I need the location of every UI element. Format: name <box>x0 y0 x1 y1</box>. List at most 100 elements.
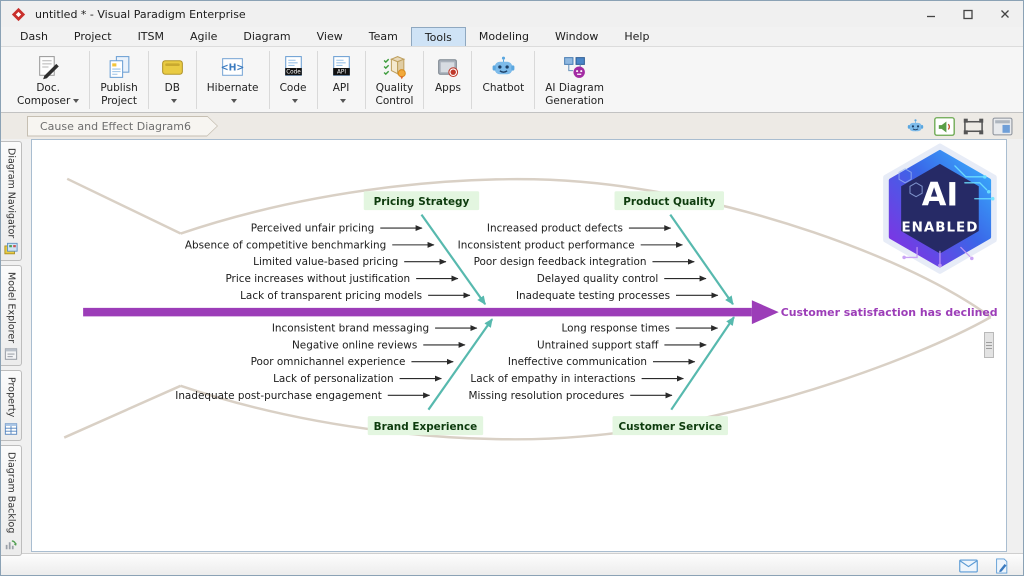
cause-label[interactable]: Missing resolution procedures <box>468 390 624 402</box>
cause-label[interactable]: Ineffective communication <box>508 356 647 368</box>
api-icon: API <box>328 53 355 82</box>
hibernate-icon: <H> <box>219 53 246 82</box>
left-sidebar: Diagram Navigator Model Explorer Property D… <box>1 139 25 553</box>
cause-label[interactable]: Increased product defects <box>487 223 623 235</box>
cause-label[interactable]: Poor design feedback integration <box>474 256 647 268</box>
menu-item-project[interactable]: Project <box>61 27 125 46</box>
mail-button[interactable] <box>959 558 978 574</box>
vertical-scrollbar-thumb[interactable] <box>984 332 994 358</box>
close-button[interactable] <box>986 1 1023 27</box>
app-window: untitled * - Visual Paradigm Enterprise … <box>0 0 1024 576</box>
menu-item-diagram[interactable]: Diagram <box>230 27 303 46</box>
menu-item-modeling[interactable]: Modeling <box>466 27 542 46</box>
cause-label[interactable]: Inadequate post-purchase engagement <box>175 390 382 402</box>
chatbot-button[interactable]: Chatbot <box>474 50 532 110</box>
api-button[interactable]: APIAPI <box>320 50 363 110</box>
window-title: untitled * - Visual Paradigm Enterprise <box>35 8 246 21</box>
cause-label[interactable]: Lack of transparent pricing models <box>240 290 422 302</box>
code-icon: Code <box>280 53 307 82</box>
sidebar-tab-property[interactable]: Property <box>1 370 22 440</box>
cause-label[interactable]: Poor omnichannel experience <box>251 356 406 368</box>
menu-item-dash[interactable]: Dash <box>7 27 61 46</box>
diagram-canvas[interactable]: Perceived unfair pricing Absence of compe… <box>31 139 1007 552</box>
cause-label[interactable]: Limited value-based pricing <box>253 256 398 268</box>
toolbar-button-label: Apps <box>435 82 461 95</box>
publish-project-button[interactable]: PublishProject <box>92 50 145 110</box>
chevron-down-icon <box>73 99 79 103</box>
model-explorer-icon <box>4 347 18 361</box>
cause-label[interactable]: Untrained support staff <box>537 339 659 351</box>
toolbar-button-label: Chatbot <box>482 82 524 95</box>
minimize-button[interactable] <box>912 1 949 27</box>
branch-line-product[interactable] <box>670 215 733 305</box>
menu-item-view[interactable]: View <box>304 27 356 46</box>
apps-button[interactable]: Apps <box>426 50 469 110</box>
menu-item-itsm[interactable]: ITSM <box>125 27 177 46</box>
toolbar-separator <box>423 51 424 109</box>
hibernate-button[interactable]: <H>Hibernate <box>199 50 267 110</box>
chatbot-small-icon <box>905 117 926 136</box>
cause-label[interactable]: Inadequate testing processes <box>516 290 670 302</box>
ai-diagram-generation-button[interactable]: AI DiagramGeneration <box>537 50 612 110</box>
chevron-down-icon <box>231 99 237 103</box>
branch-line-customer[interactable] <box>671 317 734 410</box>
cause-label[interactable]: Inconsistent brand messaging <box>272 323 429 335</box>
cause-label[interactable]: Perceived unfair pricing <box>251 223 375 235</box>
doc-composer-icon <box>35 53 62 82</box>
effect-label[interactable]: Customer satisfaction has declined <box>781 306 998 319</box>
category-node-customer[interactable]: Customer Service <box>613 416 728 435</box>
sidebar-tab-diagram-backlog[interactable]: Diagram Backlog <box>1 445 22 556</box>
mail-icon <box>959 558 978 574</box>
toolbar-button-label: Doc.Composer <box>17 82 79 108</box>
badge-line2: ENABLED <box>902 221 979 236</box>
diagram-toolbar-icons <box>905 117 1013 136</box>
db-icon <box>159 53 186 82</box>
property-icon <box>4 422 18 436</box>
menu-item-tools[interactable]: Tools <box>411 27 466 46</box>
chevron-down-icon <box>292 99 298 103</box>
badge-line1: AI <box>922 176 958 214</box>
category-node-product[interactable]: Product Quality <box>615 191 724 210</box>
fit-bounds-button[interactable] <box>963 117 984 136</box>
cause-label[interactable]: Long response times <box>561 323 669 335</box>
doc-composer-button[interactable]: Doc.Composer <box>9 50 87 110</box>
db-button[interactable]: DB <box>151 50 194 110</box>
visual-paradigm-logo-icon <box>11 7 26 22</box>
cause-label[interactable]: Negative online reviews <box>292 339 417 351</box>
toolbar-separator <box>534 51 535 109</box>
svg-text:<H>: <H> <box>221 63 244 74</box>
toolbar-separator <box>196 51 197 109</box>
cause-label[interactable]: Inconsistent product performance <box>458 239 635 251</box>
announcement-button[interactable] <box>934 117 955 136</box>
tab-label: Cause and Effect Diagram6 <box>40 120 191 133</box>
cause-label[interactable]: Price increases without justification <box>225 273 410 285</box>
menu-item-help[interactable]: Help <box>611 27 662 46</box>
menu-bar: DashProjectITSMAgileDiagramViewTeamTools… <box>1 27 1023 47</box>
sidebar-tab-model-explorer[interactable]: Model Explorer <box>1 265 22 366</box>
menu-item-team[interactable]: Team <box>356 27 411 46</box>
quality-control-button[interactable]: QualityControl <box>368 50 422 110</box>
panel-layout-button[interactable] <box>992 117 1013 136</box>
cause-label[interactable]: Delayed quality control <box>537 273 659 285</box>
menu-item-agile[interactable]: Agile <box>177 27 230 46</box>
toolbar-button-label: AI DiagramGeneration <box>545 82 604 108</box>
code-button[interactable]: CodeCode <box>272 50 315 110</box>
category-node-brand[interactable]: Brand Experience <box>368 416 483 435</box>
edit-document-button[interactable] <box>992 558 1011 574</box>
chatbot-icon <box>490 53 517 82</box>
toolbar-button-label: PublishProject <box>100 82 137 108</box>
category-node-pricing[interactable]: Pricing Strategy <box>364 191 479 210</box>
chatbot-viewer-button[interactable] <box>905 117 926 136</box>
cause-label[interactable]: Absence of competitive benchmarking <box>185 239 386 251</box>
announce-icon <box>934 117 955 136</box>
main-area: Diagram Navigator Model Explorer Property D… <box>1 139 1023 553</box>
tab-cause-and-effect-diagram[interactable]: Cause and Effect Diagram6 <box>27 116 218 137</box>
maximize-button[interactable] <box>949 1 986 27</box>
cause-label[interactable]: Lack of personalization <box>273 373 394 385</box>
panel-icon <box>992 117 1013 136</box>
diagram-backlog-icon <box>4 537 18 551</box>
status-bar <box>1 553 1023 576</box>
menu-item-window[interactable]: Window <box>542 27 611 46</box>
cause-label[interactable]: Lack of empathy in interactions <box>470 373 635 385</box>
sidebar-tab-diagram-navigator[interactable]: Diagram Navigator <box>1 141 22 261</box>
